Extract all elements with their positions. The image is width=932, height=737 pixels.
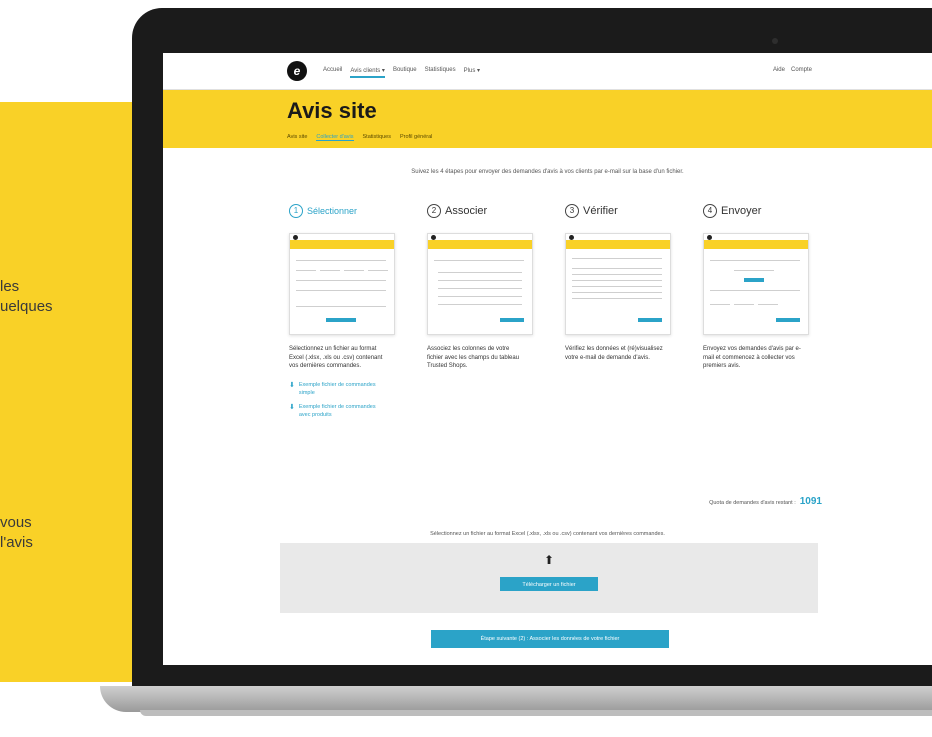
- step-label: Associer: [445, 205, 488, 217]
- file-dropzone[interactable]: ⬆ Télécharger un fichier: [280, 543, 818, 613]
- step-number: 1: [289, 204, 303, 218]
- marketing-text-line: vous: [0, 514, 32, 531]
- laptop-base: [100, 686, 932, 712]
- tab-profil[interactable]: Profil général: [400, 134, 432, 141]
- quota-value: 1091: [799, 496, 822, 507]
- nav-item-aide[interactable]: Aide: [773, 67, 785, 73]
- step-description: Envoyez vos demandes d'avis par e-mail e…: [703, 346, 801, 369]
- step-label: Vérifier: [583, 205, 618, 217]
- download-icon: ⬇: [289, 403, 295, 411]
- nav-item-accueil[interactable]: Accueil: [323, 67, 342, 78]
- tab-statistiques[interactable]: Statistiques: [363, 134, 391, 141]
- step-label[interactable]: Sélectionner: [307, 206, 357, 216]
- user-nav: Aide Compte: [773, 67, 812, 73]
- page-header: Avis site Avis site Collecter d'avis Sta…: [163, 90, 932, 148]
- step-2: 2 Associer Associez les colonnes de votr…: [427, 203, 537, 371]
- nav-item-plus[interactable]: Plus ▾: [464, 67, 480, 78]
- laptop-base-shadow: [140, 710, 932, 716]
- laptop-screen: e Accueil Avis clients ▾ Boutique Statis…: [163, 53, 932, 665]
- download-icon: ⬇: [289, 381, 295, 389]
- marketing-text-line: les: [0, 278, 20, 295]
- tab-collecter[interactable]: Collecter d'avis: [316, 134, 354, 141]
- step-preview-image: [289, 233, 395, 335]
- step-description: Sélectionnez un fichier au format Excel …: [289, 346, 383, 369]
- step-description: Vérifiez les données et (ré)visualisez v…: [565, 346, 663, 361]
- nav-item-boutique[interactable]: Boutique: [393, 67, 417, 78]
- subtabs: Avis site Collecter d'avis Statistiques …: [287, 134, 432, 141]
- upload-icon: ⬆: [543, 553, 555, 567]
- step-preview-image: [427, 233, 533, 335]
- upload-file-button[interactable]: Télécharger un fichier: [500, 577, 598, 591]
- step-preview-image: [703, 233, 809, 335]
- main-nav: Accueil Avis clients ▾ Boutique Statisti…: [323, 67, 480, 78]
- step-3: 3 Vérifier Vérifiez les données et (ré)v…: [565, 203, 675, 362]
- webcam-icon: [772, 38, 778, 44]
- step-label: Envoyer: [721, 205, 762, 217]
- logo-icon[interactable]: e: [287, 61, 307, 81]
- upload-hint: Sélectionnez un fichier au format Excel …: [430, 531, 665, 537]
- quota-label: Quota de demandes d'avis restant :: [709, 500, 796, 506]
- download-link-label[interactable]: Exemple fichier de commandes avec produi…: [299, 403, 379, 419]
- tab-avis-site[interactable]: Avis site: [287, 134, 307, 141]
- nav-item-statistiques[interactable]: Statistiques: [425, 67, 456, 78]
- marketing-text-line: l'avis: [0, 534, 33, 551]
- step-description: Associez les colonnes de votre fichier a…: [427, 346, 520, 369]
- download-link[interactable]: ⬇ Exemple fichier de commandes simple: [289, 381, 399, 397]
- quota-display: Quota de demandes d'avis restant : 1091: [709, 496, 822, 507]
- download-link[interactable]: ⬇ Exemple fichier de commandes avec prod…: [289, 403, 399, 419]
- step-preview-image: [565, 233, 671, 335]
- marketing-text-line: uelques: [0, 298, 53, 315]
- step-number: 4: [703, 204, 717, 218]
- nav-item-compte[interactable]: Compte: [791, 67, 812, 73]
- nav-item-avis-clients[interactable]: Avis clients ▾: [350, 67, 385, 78]
- marketing-yellow-panel: [0, 102, 133, 682]
- intro-text: Suivez les 4 étapes pour envoyer des dem…: [411, 169, 684, 175]
- step-number: 3: [565, 204, 579, 218]
- page-title: Avis site: [287, 98, 377, 123]
- download-link-label[interactable]: Exemple fichier de commandes simple: [299, 381, 379, 397]
- step-number: 2: [427, 204, 441, 218]
- step-4: 4 Envoyer Envoyez vos demandes d'avis pa…: [703, 203, 813, 371]
- step-1: 1 Sélectionner Sélectionnez un fichier a…: [289, 203, 399, 419]
- next-step-button[interactable]: Étape suivante (2) : Associer les donnée…: [431, 630, 669, 648]
- top-navbar: e Accueil Avis clients ▾ Boutique Statis…: [163, 53, 932, 90]
